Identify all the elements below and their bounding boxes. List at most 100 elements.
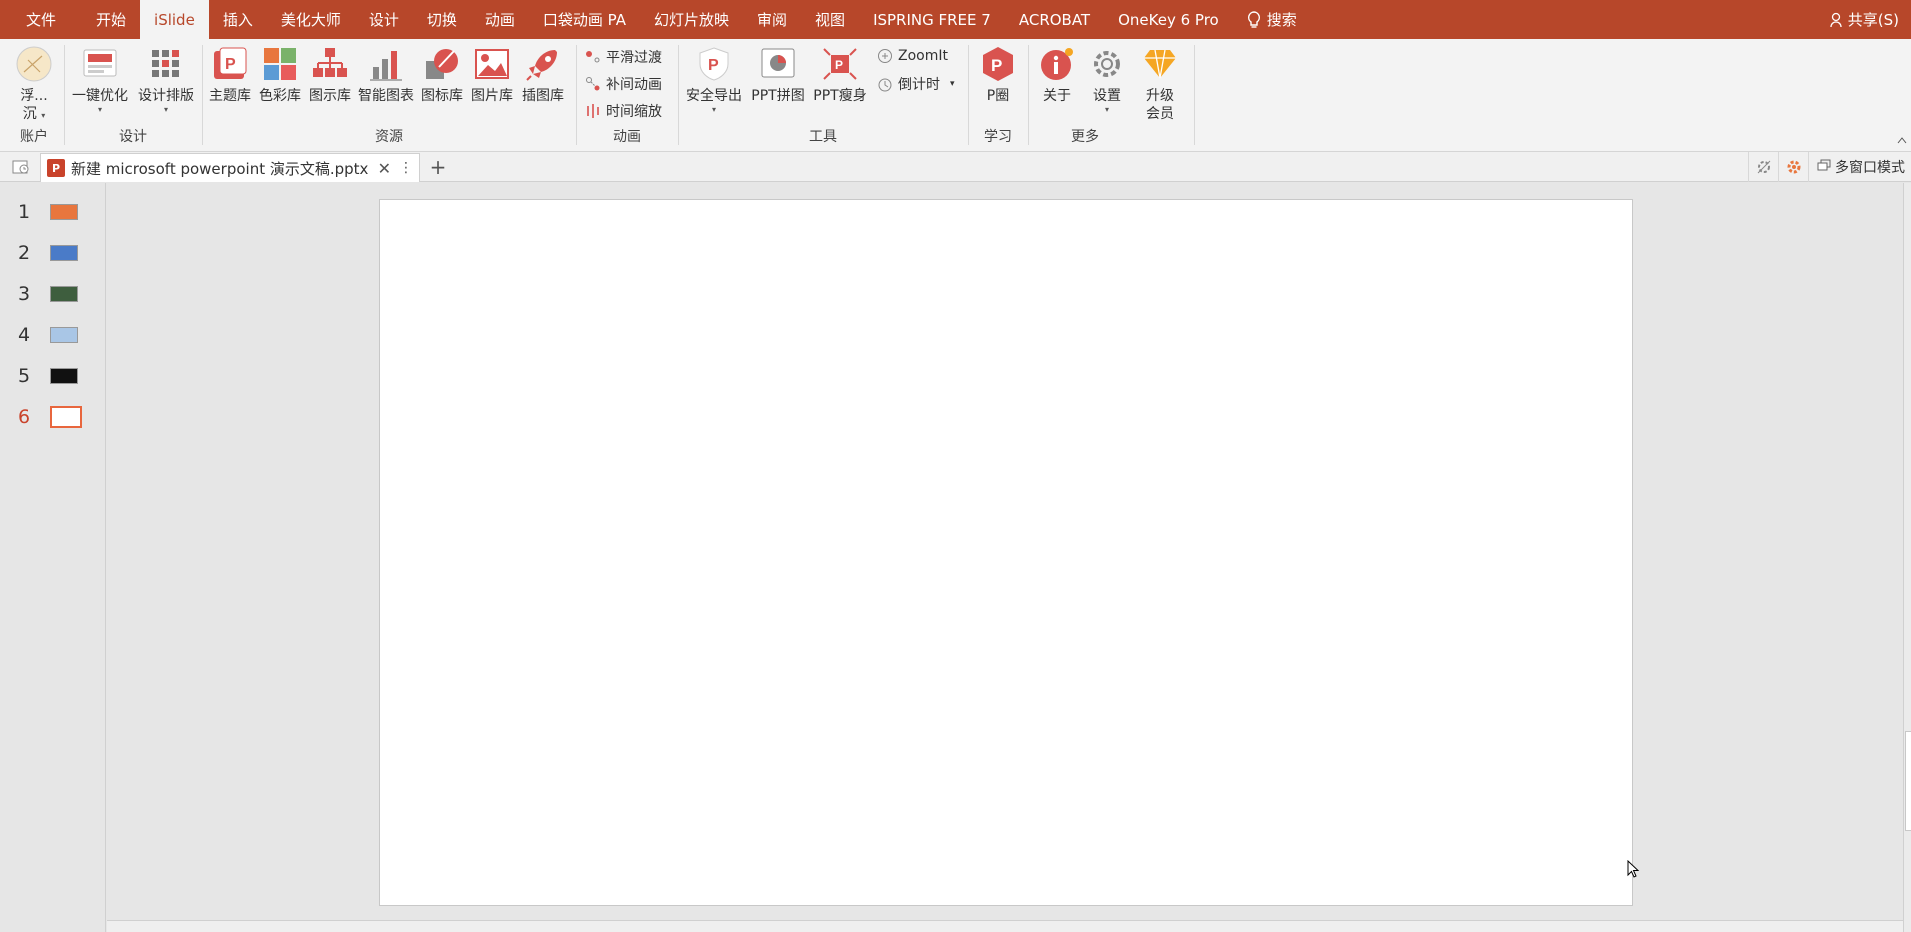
slide-thumbnail[interactable]: 1 xyxy=(4,197,104,227)
slide-thumbnail[interactable]: 3 xyxy=(4,279,104,309)
ppt-slim-button[interactable]: P PPT瘦身 xyxy=(810,45,870,105)
tab-design[interactable]: 设计 xyxy=(355,0,413,39)
orange-gear-icon[interactable] xyxy=(1778,152,1808,182)
tab-onekey[interactable]: OneKey 6 Pro xyxy=(1104,0,1233,39)
tab-transitions[interactable]: 切换 xyxy=(413,0,471,39)
smooth-transition-button[interactable]: 平滑过渡 xyxy=(584,47,662,67)
tab-history-icon[interactable] xyxy=(12,159,30,175)
tween-animation-button[interactable]: 补间动画 xyxy=(584,74,662,94)
chevron-down-icon: ▾ xyxy=(97,105,102,114)
gear-icon xyxy=(1088,45,1126,83)
slide-thumbnail-active[interactable]: 6 xyxy=(4,402,104,432)
design-layout-button[interactable]: 设计排版 ▾ xyxy=(134,45,198,115)
one-click-optimize-button[interactable]: 一键优化 ▾ xyxy=(68,45,132,115)
search-box[interactable]: 搜索 xyxy=(1233,0,1311,39)
horizontal-scrollbar[interactable] xyxy=(107,920,1903,932)
illustration-library-button[interactable]: 插图库 xyxy=(518,45,568,105)
group-label-tools: 工具 xyxy=(809,129,837,145)
chevron-down-icon: ▾ xyxy=(950,79,955,89)
tab-animations[interactable]: 动画 xyxy=(471,0,529,39)
slide-preview xyxy=(50,368,78,384)
vertical-scrollbar[interactable] xyxy=(1903,183,1911,932)
ribbon-separator xyxy=(202,45,203,145)
p-circle-button[interactable]: P P圈 xyxy=(976,45,1020,105)
account-button[interactable]: 浮... 沉 ▾ xyxy=(12,45,56,123)
image-icon xyxy=(473,45,511,83)
slide-number: 4 xyxy=(17,324,31,346)
alarm-clock-icon xyxy=(876,75,894,93)
zoomit-label: ZoomIt xyxy=(898,48,948,64)
tab-ispring[interactable]: ISPRING FREE 7 xyxy=(859,0,1005,39)
zoomit-button[interactable]: ZoomIt xyxy=(876,47,948,65)
tab-review[interactable]: 审阅 xyxy=(743,0,801,39)
settings-button[interactable]: 设置 ▾ xyxy=(1084,45,1130,115)
ribbon-separator xyxy=(1028,45,1029,145)
group-learn: P P圈 学习 xyxy=(970,43,1026,148)
slide-preview xyxy=(50,204,78,220)
shapes-icon xyxy=(423,45,461,83)
tab-acrobat[interactable]: ACROBAT xyxy=(1005,0,1104,39)
multi-window-mode-button[interactable]: 多窗口模式 xyxy=(1808,152,1911,182)
icon-label: 图标库 xyxy=(421,88,463,104)
color-library-button[interactable]: 色彩库 xyxy=(256,45,304,105)
settings-label: 设置 xyxy=(1093,88,1121,104)
smart-chart-button[interactable]: 智能图表 xyxy=(356,45,416,105)
tab-meihua[interactable]: 美化大师 xyxy=(267,0,355,39)
compress-icon: P xyxy=(821,45,859,83)
svg-text:P: P xyxy=(225,56,236,73)
export-label: 安全导出 xyxy=(686,88,742,104)
scrollbar-thumb[interactable] xyxy=(1905,731,1911,831)
group-label-more: 更多 xyxy=(1071,129,1099,145)
upgrade-member-button[interactable]: 升级 会员 xyxy=(1134,45,1186,123)
time-scale-button[interactable]: 时间缩放 xyxy=(584,101,662,121)
diagram-library-button[interactable]: 图示库 xyxy=(306,45,354,105)
slide-editing-canvas xyxy=(107,183,1903,920)
group-animation: 平滑过渡 补间动画 时间缩放 动画 xyxy=(578,43,676,148)
more-options-icon[interactable]: ⋮ xyxy=(399,160,413,176)
info-icon xyxy=(1038,45,1076,83)
chevron-down-icon: ▾ xyxy=(1104,105,1109,114)
tab-insert[interactable]: 插入 xyxy=(209,0,267,39)
tab-pocket-animation[interactable]: 口袋动画 PA xyxy=(529,0,640,39)
tab-home[interactable]: 开始 xyxy=(82,0,140,39)
avatar xyxy=(15,45,53,83)
slide-number: 5 xyxy=(17,365,31,387)
slide-thumbnail-pane: 1 2 3 4 5 6 xyxy=(4,183,106,932)
safe-export-button[interactable]: P 安全导出 ▾ xyxy=(682,45,746,115)
optimize-label: 一键优化 xyxy=(72,88,128,104)
share-button[interactable]: 共享(S) xyxy=(1830,0,1899,39)
slide-preview xyxy=(50,406,82,428)
tab-file[interactable]: 文件 xyxy=(0,0,82,39)
theme-label: 主题库 xyxy=(209,88,251,104)
p-hexagon-icon: P xyxy=(979,45,1017,83)
group-label-animation: 动画 xyxy=(613,129,641,145)
countdown-label: 倒计时 xyxy=(898,77,940,93)
slide-thumbnail[interactable]: 5 xyxy=(4,361,104,391)
ppt-collage-button[interactable]: PPT拼图 xyxy=(748,45,808,105)
slide-thumbnail[interactable]: 4 xyxy=(4,320,104,350)
slide-thumbnail[interactable]: 2 xyxy=(4,238,104,268)
collage-label: PPT拼图 xyxy=(751,88,805,104)
about-button[interactable]: 关于 xyxy=(1034,45,1080,105)
tab-view[interactable]: 视图 xyxy=(801,0,859,39)
ribbon-separator xyxy=(678,45,679,145)
account-label-line1: 浮... xyxy=(20,88,48,104)
countdown-button[interactable]: 倒计时 ▾ xyxy=(876,74,955,94)
zoom-plus-icon xyxy=(876,47,894,65)
pin-settings-icon[interactable] xyxy=(1748,152,1778,182)
chevron-down-icon: ▾ xyxy=(163,105,168,114)
theme-library-button[interactable]: P 主题库 xyxy=(206,45,254,105)
smooth-transition-icon xyxy=(584,48,602,66)
document-tab[interactable]: P 新建 microsoft powerpoint 演示文稿.pptx ✕ ⋮ xyxy=(40,153,420,182)
close-icon[interactable]: ✕ xyxy=(378,159,391,178)
svg-text:P: P xyxy=(835,58,843,72)
collapse-ribbon-icon[interactable] xyxy=(1897,133,1907,147)
image-library-button[interactable]: 图片库 xyxy=(468,45,516,105)
tween-animation-label: 补间动画 xyxy=(606,77,662,93)
document-tab-strip: P 新建 microsoft powerpoint 演示文稿.pptx ✕ ⋮ … xyxy=(0,152,1911,182)
icon-library-button[interactable]: 图标库 xyxy=(418,45,466,105)
tab-slideshow[interactable]: 幻灯片放映 xyxy=(640,0,743,39)
tab-islide[interactable]: iSlide xyxy=(140,0,209,39)
new-tab-plus-icon[interactable]: + xyxy=(426,155,450,179)
current-slide[interactable] xyxy=(379,199,1633,906)
